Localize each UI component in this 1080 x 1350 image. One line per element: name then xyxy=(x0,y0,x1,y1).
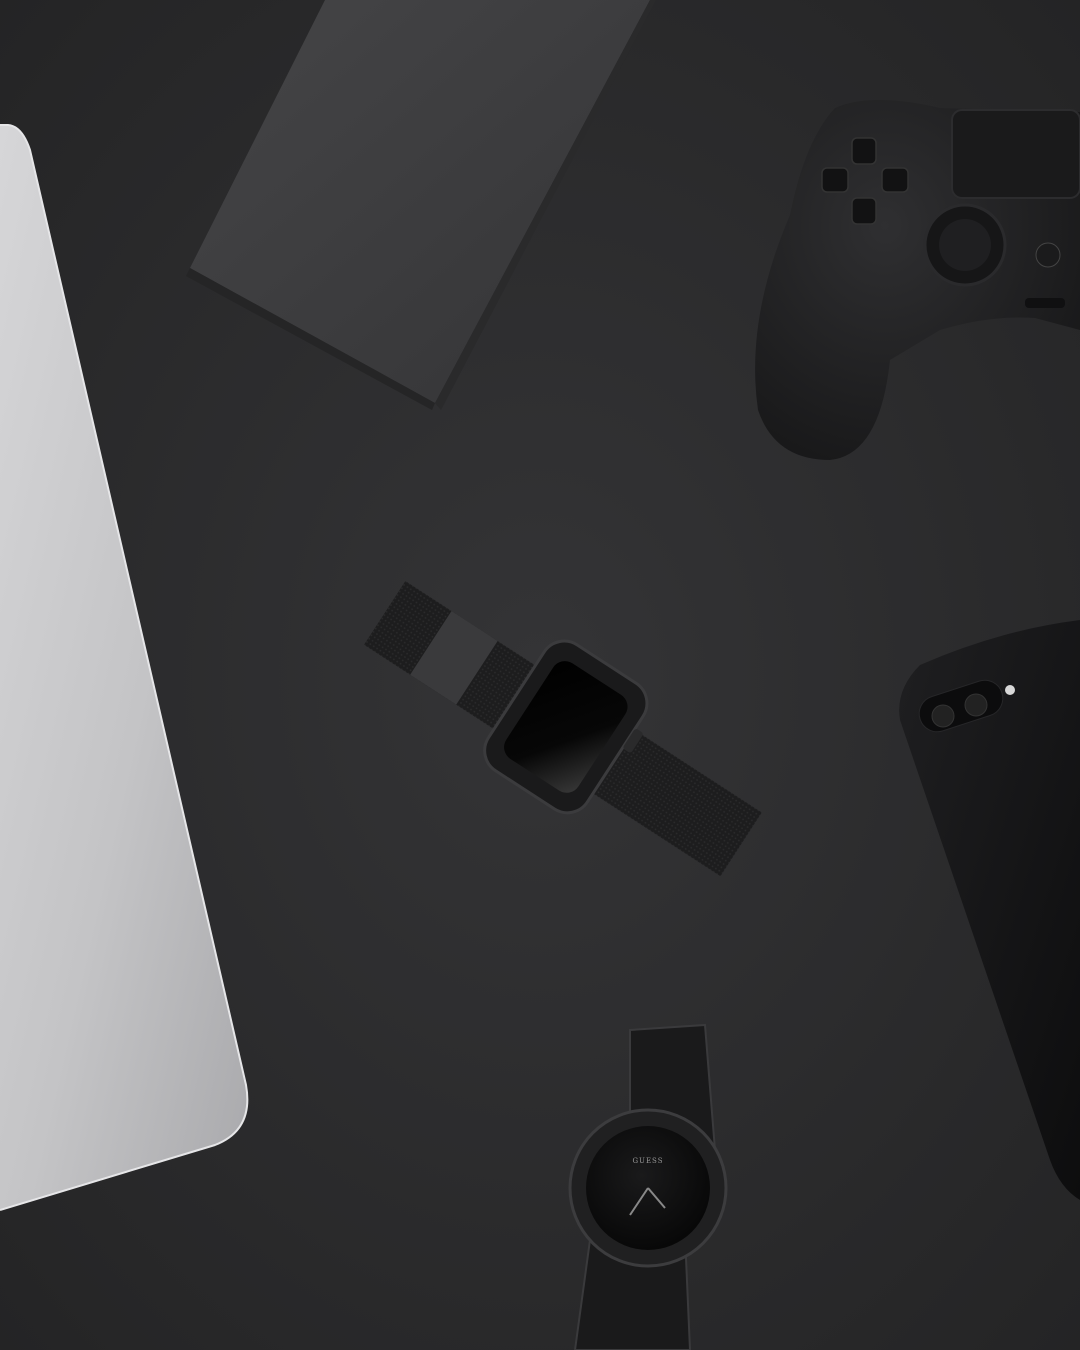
camera-lens-icon xyxy=(931,704,955,728)
ps-button-icon xyxy=(1035,242,1061,268)
camera-lens-icon xyxy=(964,693,988,717)
watch-brand-text: GUESS xyxy=(632,1157,663,1165)
flash-icon xyxy=(1005,685,1015,695)
photo-scene: GUESS xyxy=(0,0,1080,1350)
